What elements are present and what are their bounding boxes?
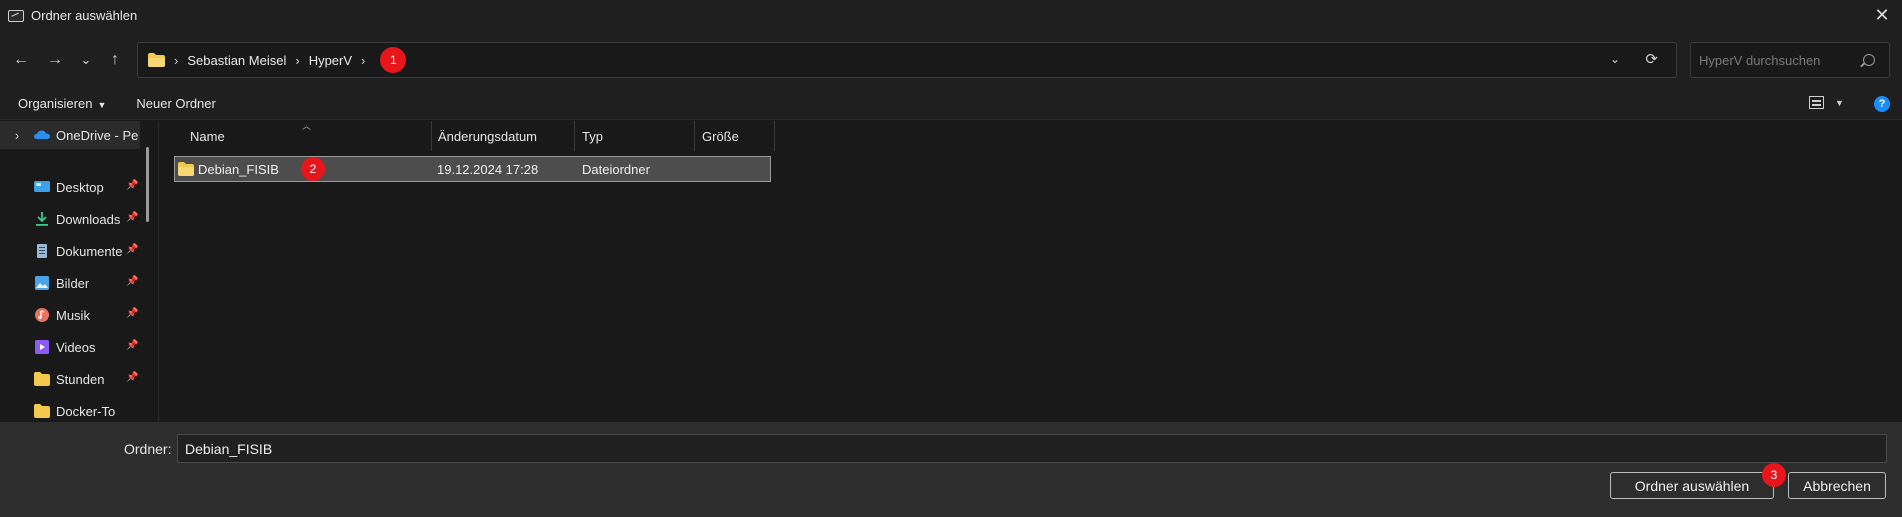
cancel-button[interactable]: Abbrechen — [1788, 472, 1886, 499]
pin-icon: 📌 — [126, 244, 139, 255]
sort-ascending-icon: ︿ — [302, 121, 312, 131]
column-divider[interactable] — [774, 121, 775, 151]
view-options-button[interactable]: ▼ — [1809, 96, 1844, 109]
pin-icon: 📌 — [126, 212, 139, 223]
column-divider[interactable] — [574, 121, 575, 151]
column-header-modified[interactable]: Änderungsdatum — [438, 121, 537, 151]
pin-icon: 📌 — [126, 180, 139, 191]
app-icon — [8, 9, 24, 22]
table-row[interactable]: Debian_FISIB 2 19.12.2024 17:28 Dateiord… — [174, 156, 771, 182]
up-button[interactable]: ↑ — [101, 47, 129, 73]
close-button[interactable]: ✕ — [1862, 0, 1902, 31]
sidebar-item-label: Downloads — [56, 211, 121, 227]
address-dropdown-icon[interactable]: ⌄ — [1610, 52, 1620, 66]
refresh-icon[interactable]: ⟳ — [1645, 50, 1658, 68]
organize-menu[interactable]: Organisieren ▼ — [18, 96, 106, 111]
annotation-badge-2: 2 — [301, 157, 325, 181]
address-bar[interactable]: › Sebastian Meisel › HyperV › 1 ⌄ ⟳ — [137, 42, 1677, 78]
command-bar: Organisieren ▼ Neuer Ordner ▼ ? — [0, 88, 1902, 120]
sidebar-item-downloads[interactable]: Downloads — [0, 205, 140, 233]
folder-icon — [34, 404, 50, 418]
sidebar-item-label: OneDrive - Pe — [56, 127, 139, 143]
onedrive-icon — [34, 130, 50, 139]
search-icon — [1863, 54, 1875, 66]
organize-label: Organisieren — [18, 96, 93, 111]
breadcrumb-separator: › — [361, 52, 366, 68]
recent-locations-button[interactable]: ⌄ — [72, 47, 100, 73]
window-title: Ordner auswählen — [31, 8, 138, 23]
sidebar-item-label: Musik — [56, 307, 90, 323]
sidebar-item-label: Videos — [56, 339, 96, 355]
expand-chevron-icon[interactable]: › — [0, 128, 34, 143]
pin-icon: 📌 — [126, 276, 139, 287]
dialog-footer: Ordner: Debian_FISIB Ordner auswählen 3 … — [0, 422, 1902, 517]
sidebar-scrollbar[interactable] — [146, 147, 149, 222]
annotation-badge-1: 1 — [380, 47, 407, 73]
sidebar-item-bilder[interactable]: Bilder — [0, 269, 140, 297]
column-divider[interactable] — [694, 121, 695, 151]
forward-button[interactable]: → — [41, 47, 69, 73]
document-icon — [37, 244, 47, 258]
sidebar-item-docker[interactable]: Docker-To — [0, 397, 140, 422]
pin-icon: 📌 — [126, 372, 139, 383]
download-icon — [36, 212, 48, 226]
file-name: Debian_FISIB — [198, 162, 279, 177]
file-type: Dateiordner — [582, 162, 650, 177]
sidebar-item-dokumente[interactable]: Dokumente — [0, 237, 140, 265]
caret-down-icon: ▼ — [1835, 97, 1844, 108]
pin-icon: 📌 — [126, 340, 139, 351]
column-divider[interactable] — [431, 121, 432, 151]
column-header-type[interactable]: Typ — [582, 121, 603, 151]
sidebar-item-label: Bilder — [56, 275, 90, 291]
pin-icon: 📌 — [126, 308, 139, 319]
sidebar-item-label: Dokumente — [56, 243, 123, 259]
video-icon — [35, 340, 49, 354]
sidebar-item-label: Desktop — [56, 179, 104, 195]
new-folder-button[interactable]: Neuer Ordner — [136, 96, 215, 111]
breadcrumb-hyperv[interactable]: HyperV — [309, 53, 352, 68]
breadcrumb-user[interactable]: Sebastian Meisel — [187, 53, 286, 68]
sidebar-item-stunden[interactable]: Stunden — [0, 365, 140, 393]
sidebar-item-musik[interactable]: Musik — [0, 301, 140, 329]
help-icon[interactable]: ? — [1874, 96, 1890, 112]
search-placeholder[interactable]: HyperV durchsuchen — [1699, 53, 1863, 68]
picture-icon — [35, 276, 49, 290]
folder-name-input[interactable]: Debian_FISIB — [177, 434, 1887, 463]
column-header-name[interactable]: Name — [190, 121, 225, 151]
caret-down-icon: ▼ — [97, 100, 107, 110]
file-modified: 19.12.2024 17:28 — [437, 162, 539, 177]
folder-label: Ordner: — [124, 441, 172, 457]
navigation-bar: ← → ⌄ ↑ › Sebastian Meisel › HyperV › 1 … — [0, 31, 1902, 88]
music-icon — [35, 308, 49, 322]
search-box[interactable]: HyperV durchsuchen — [1690, 42, 1890, 78]
breadcrumb-separator: › — [174, 52, 179, 68]
sidebar-item-label: Docker-To — [56, 403, 116, 419]
folder-icon — [178, 162, 194, 176]
column-header-size[interactable]: Größe — [702, 121, 739, 151]
breadcrumb-separator: › — [295, 52, 300, 68]
annotation-badge-3: 3 — [1762, 463, 1786, 487]
sidebar-item-onedrive[interactable]: › OneDrive - Pe — [0, 121, 140, 149]
folder-icon — [148, 53, 165, 67]
folder-icon — [34, 372, 50, 386]
back-button[interactable]: ← — [7, 47, 35, 73]
navigation-pane: › OneDrive - Pe Desktop 📌 Downloads 📌 Do… — [0, 121, 158, 422]
title-bar: Ordner auswählen ✕ — [0, 0, 1902, 31]
file-list: ︿ Name Änderungsdatum Typ Größe Debian_F… — [159, 121, 1902, 422]
desktop-icon — [34, 181, 50, 192]
sidebar-item-desktop[interactable]: Desktop — [0, 173, 140, 201]
sidebar-item-videos[interactable]: Videos — [0, 333, 140, 361]
sidebar-item-label: Stunden — [56, 371, 105, 387]
details-view-icon — [1809, 96, 1824, 109]
select-folder-button[interactable]: Ordner auswählen — [1610, 472, 1774, 499]
